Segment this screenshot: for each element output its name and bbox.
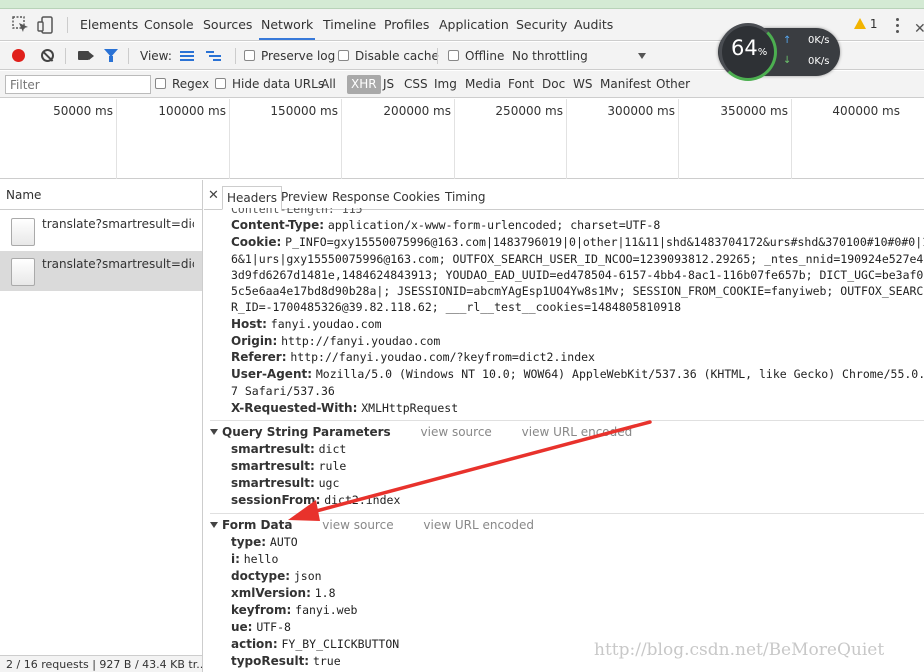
- annotation-arrow: [288, 420, 652, 521]
- watermark-text: http://blog.csdn.net/BeMoreQuiet: [594, 640, 885, 660]
